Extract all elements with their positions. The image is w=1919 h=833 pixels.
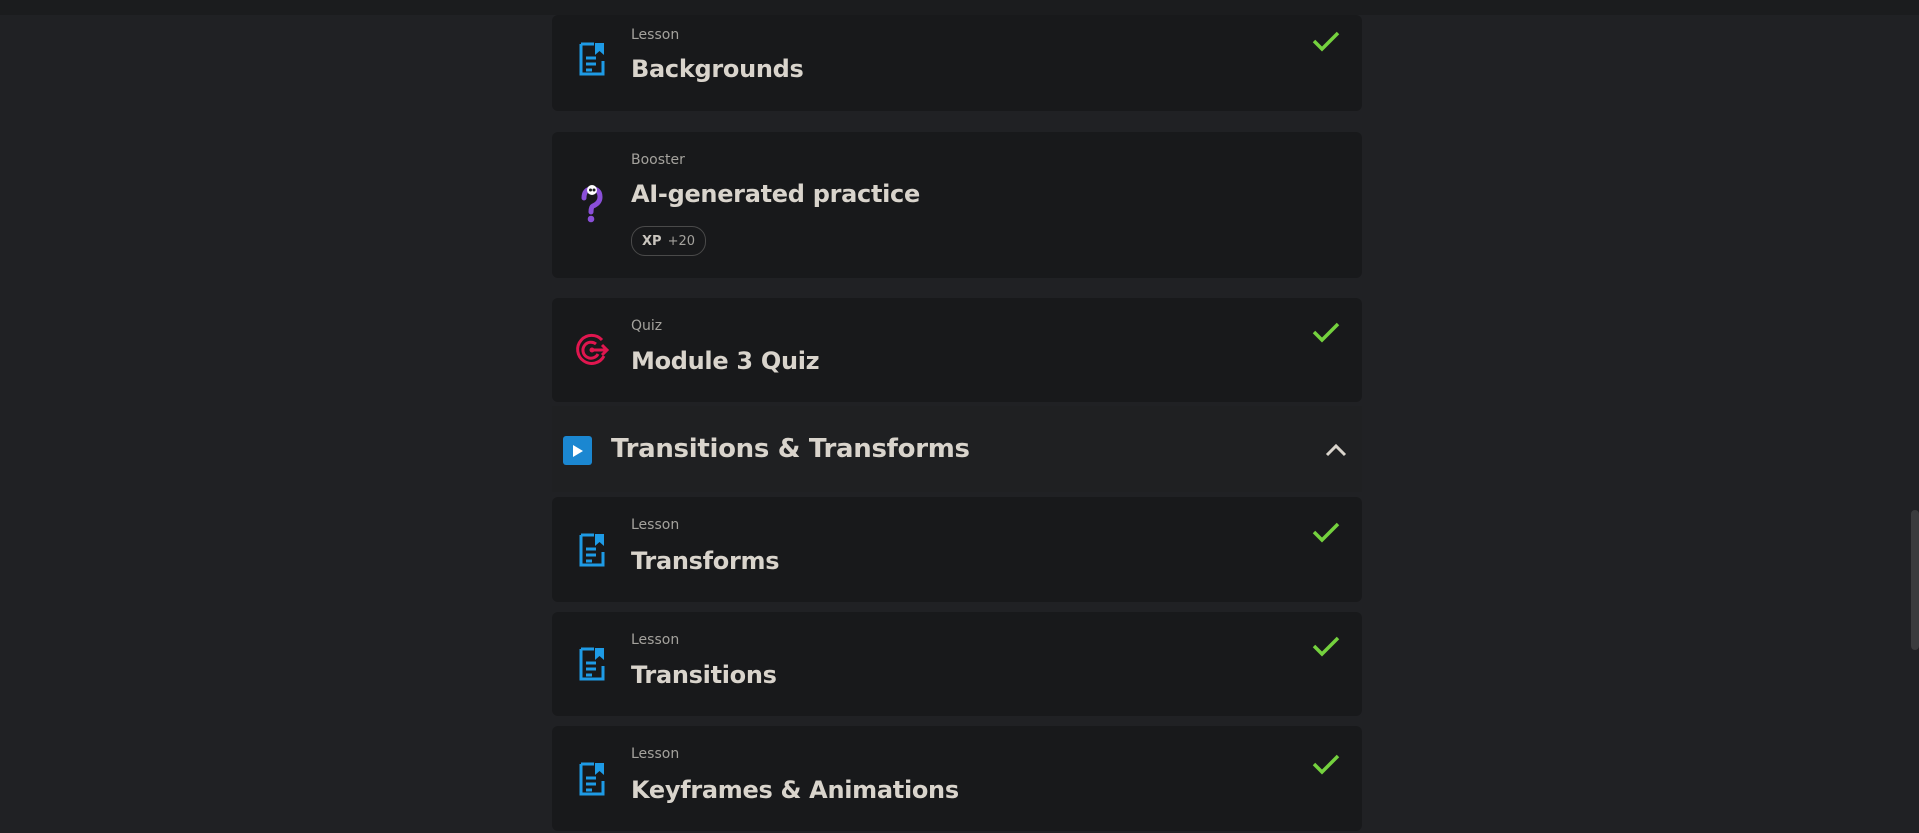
item-kind: Lesson [631, 517, 680, 533]
quiz-card-module-3[interactable]: Quiz Module 3 Quiz [552, 298, 1362, 402]
item-title: AI-generated practice [631, 180, 920, 208]
document-icon [572, 759, 612, 799]
check-icon [1310, 25, 1342, 57]
check-icon [1310, 748, 1342, 780]
lesson-card-backgrounds[interactable]: Lesson Backgrounds [552, 15, 1362, 111]
item-title: Transitions [631, 661, 777, 689]
item-kind: Quiz [631, 318, 663, 334]
document-icon [572, 39, 612, 79]
xp-value: +20 [667, 233, 695, 249]
xp-badge: XP +20 [631, 226, 706, 256]
item-title: Module 3 Quiz [631, 347, 820, 375]
item-kind: Booster [631, 152, 685, 168]
lesson-card-transitions[interactable]: Lesson Transitions [552, 612, 1362, 716]
document-icon [572, 530, 612, 570]
check-icon [1310, 630, 1342, 662]
question-mark-icon [572, 184, 612, 224]
scrollbar-thumb[interactable] [1911, 510, 1919, 650]
chevron-up-icon[interactable] [1322, 436, 1350, 464]
item-title: Transforms [631, 547, 780, 575]
section-header-transitions-transforms[interactable]: Transitions & Transforms [552, 406, 1362, 492]
play-icon [563, 436, 592, 465]
section-title: Transitions & Transforms [611, 434, 970, 464]
booster-card-ai-practice[interactable]: Booster AI-generated practice XP +20 [552, 132, 1362, 278]
lesson-card-transforms[interactable]: Lesson Transforms [552, 497, 1362, 602]
item-kind: Lesson [631, 27, 680, 43]
target-icon [572, 330, 612, 370]
item-kind: Lesson [631, 632, 680, 648]
lesson-card-keyframes-animations[interactable]: Lesson Keyframes & Animations [552, 726, 1362, 831]
check-icon [1310, 316, 1342, 348]
item-title: Keyframes & Animations [631, 776, 959, 804]
document-icon [572, 644, 612, 684]
check-icon [1310, 516, 1342, 548]
top-bar [0, 0, 1919, 15]
item-kind: Lesson [631, 746, 680, 762]
xp-label: XP [642, 233, 662, 249]
item-title: Backgrounds [631, 55, 804, 83]
